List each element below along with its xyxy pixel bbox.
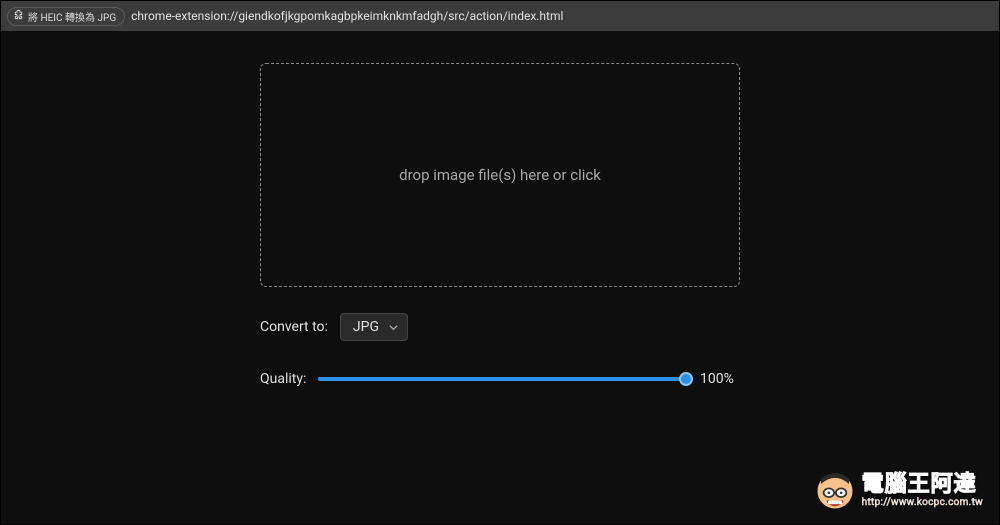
convert-row: Convert to: JPG (260, 313, 740, 341)
quality-row: Quality: 100% (260, 371, 740, 387)
convert-label: Convert to: (260, 319, 328, 335)
format-select[interactable]: JPG (340, 313, 408, 341)
quality-label: Quality: (260, 371, 306, 387)
watermark-text: 電腦王阿達 http://www.kocpc.com.tw (862, 474, 983, 508)
slider-thumb[interactable] (679, 372, 693, 386)
app-body: drop image file(s) here or click Convert… (1, 31, 999, 387)
controls: Convert to: JPG Quality: 100% (260, 313, 740, 387)
format-selected-value: JPG (353, 319, 379, 335)
drop-zone-prompt: drop image file(s) here or click (399, 166, 601, 184)
quality-value: 100% (700, 371, 740, 387)
drop-zone[interactable]: drop image file(s) here or click (260, 63, 740, 287)
address-bar: 將 HEIC 轉換為 JPG chrome-extension://giendk… (1, 1, 999, 31)
extension-badge-label: 將 HEIC 轉換為 JPG (28, 9, 116, 24)
watermark: 電腦王阿達 http://www.kocpc.com.tw (814, 470, 983, 512)
watermark-url: http://www.kocpc.com.tw (862, 498, 983, 508)
url-text[interactable]: chrome-extension://giendkofjkgpomkagbpke… (131, 9, 563, 23)
slider-track (318, 377, 686, 381)
quality-slider[interactable] (318, 371, 686, 387)
quality-slider-wrap: 100% (318, 371, 740, 387)
watermark-title: 電腦王阿達 (862, 474, 983, 496)
chevron-down-icon (388, 322, 398, 332)
watermark-face-icon (814, 470, 856, 512)
extension-badge[interactable]: 將 HEIC 轉換為 JPG (7, 7, 125, 26)
extension-icon (13, 9, 24, 23)
